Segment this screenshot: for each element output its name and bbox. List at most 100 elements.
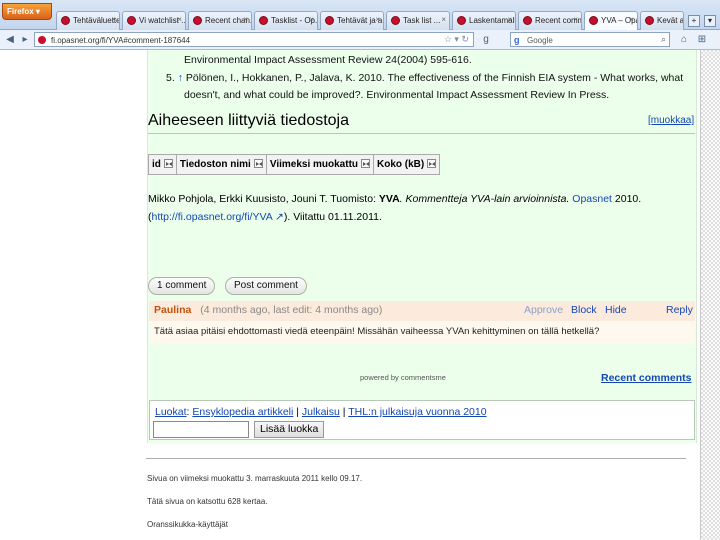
category-separator: | [339, 406, 349, 418]
content-area [147, 50, 697, 443]
citation-site-link[interactable]: Opasnet [572, 193, 612, 205]
hide-link[interactable]: Hide [605, 304, 627, 316]
footer-users-link[interactable]: Oranssikukka-käyttäjät [147, 520, 228, 529]
firefox-menu-label: Firefox [7, 7, 34, 16]
tab-label: Task list ... [403, 16, 441, 25]
citation-url-link[interactable]: http://fi.opasnet.org/fi/YVA ↗ [152, 211, 284, 223]
add-category-button[interactable]: Lisää luokka [254, 421, 325, 438]
list-tabs-icon[interactable]: ▾ [704, 15, 716, 27]
column-header-modified[interactable]: Viimeksi muokattu [265, 154, 375, 175]
firefox-menu-button[interactable]: Firefox ▾ [2, 3, 52, 20]
close-tab-icon[interactable]: × [441, 15, 446, 24]
citation-title: YVA [378, 193, 400, 205]
section-heading: Aiheeseen liittyviä tiedostoja [148, 112, 350, 129]
search-engine-icon[interactable]: g [514, 35, 520, 45]
comment-count-button[interactable]: 1 comment [148, 277, 216, 295]
reply-link[interactable]: Reply [666, 304, 693, 316]
bookmark-star-icon[interactable]: ☆ ▾ ↻ [444, 34, 469, 45]
browser-tab[interactable]: Tasklist - Op... × [254, 11, 318, 30]
site-favicon-icon [38, 36, 46, 44]
close-tab-icon[interactable]: × [375, 15, 380, 24]
tab-label: Kevät artikk... [657, 16, 684, 25]
browser-tab[interactable]: Tehtävät ja a... × [320, 11, 384, 30]
comment-text: Tätä asiaa pitäisi ehdottomasti viedä et… [149, 321, 695, 343]
page-scrollbar[interactable] [700, 50, 720, 540]
footer-view-count: Tätä sivua on katsottu 628 kertaa. [147, 497, 268, 506]
footer-last-modified: Sivua on viimeksi muokattu 3. marraskuut… [147, 474, 363, 483]
search-icon[interactable]: ⌕ [661, 34, 666, 45]
navigation-toolbar: ◀ ▸ fi.opasnet.org/fi/YVA#comment-187644… [0, 30, 720, 50]
address-bar-url: fi.opasnet.org/fi/YVA#comment-187644 [51, 36, 191, 45]
column-header-label: Tiedoston nimi [179, 159, 251, 170]
site-favicon-icon [589, 16, 598, 25]
close-tab-icon[interactable]: × [309, 15, 314, 24]
new-tab-button[interactable]: + [688, 15, 700, 27]
close-tab-icon[interactable]: × [507, 15, 512, 24]
category-link[interactable]: Ensyklopedia artikkeli [192, 406, 293, 418]
site-favicon-icon [193, 16, 202, 25]
block-link[interactable]: Block [571, 304, 597, 316]
edit-section-link[interactable]: [muokkaa] [648, 115, 694, 126]
browser-tab[interactable]: Recent chan... × [188, 11, 252, 30]
sort-icon[interactable] [163, 159, 173, 168]
recent-comments-link[interactable]: Recent comments [601, 372, 691, 384]
comment-meta: (4 months ago, last edit: 4 months ago) [200, 304, 383, 316]
close-tab-icon[interactable]: × [111, 15, 116, 24]
close-tab-icon[interactable]: × [573, 15, 578, 24]
add-category-input[interactable] [153, 421, 249, 438]
category-link[interactable]: Julkaisu [302, 406, 340, 418]
site-favicon-icon [61, 16, 70, 25]
browser-tab[interactable]: Kevät artikk... [640, 11, 684, 30]
browser-tab[interactable]: Recent comm...× [518, 11, 582, 30]
footer-divider [146, 458, 686, 459]
categories-label-link[interactable]: Luokat [155, 406, 187, 418]
category-link[interactable]: THL:n julkaisuja vuonna 2010 [348, 406, 486, 418]
browser-tab-active[interactable]: YVA – Opas...× [584, 11, 638, 30]
reference-text: Environmental Impact Assessment Review 2… [184, 54, 472, 66]
close-tab-icon[interactable]: × [177, 15, 182, 24]
files-table: id Tiedoston nimi Viimeksi muokattu Koko… [148, 154, 441, 175]
reference-number: 5. [166, 72, 175, 84]
citation-subtitle: . Kommentteja YVA-lain arvioinnista. [399, 193, 573, 205]
search-placeholder: Google [527, 36, 553, 45]
sort-icon[interactable] [427, 159, 437, 168]
search-bar[interactable]: g Google ⌕ [510, 32, 670, 47]
comment-author[interactable]: Paulina [154, 304, 191, 316]
back-arrow-icon[interactable]: ◀ [2, 32, 18, 47]
addon-icon[interactable]: ⊞ [694, 32, 710, 47]
site-favicon-icon [645, 16, 654, 25]
browser-tab[interactable]: Vi watchlist ... × [122, 11, 186, 30]
site-favicon-icon [259, 16, 268, 25]
reference-item-5: 5. ↑ Pölönen, I., Hokkanen, P., Jalava, … [166, 70, 683, 87]
site-favicon-icon [325, 16, 334, 25]
forward-arrow-icon[interactable]: ▸ [17, 32, 33, 47]
powered-by-text: powered by commentsme [360, 373, 446, 382]
browser-tab[interactable]: Laskentamalli ...× [452, 11, 516, 30]
reference-text: doesn't, and what could be improved?. En… [184, 89, 610, 101]
post-comment-button[interactable]: Post comment [225, 277, 307, 295]
site-favicon-icon [127, 16, 136, 25]
close-tab-icon[interactable]: × [243, 15, 248, 24]
column-header-filename[interactable]: Tiedoston nimi [175, 154, 267, 175]
citation-url: http://fi.opasnet.org/fi/YVA [151, 211, 273, 223]
approve-link[interactable]: Approve [524, 304, 563, 316]
browser-tab[interactable]: Tehtäväluettelo ...× [56, 11, 120, 30]
column-header-id[interactable]: id [148, 154, 177, 175]
category-box: Luokat: Ensyklopedia artikkeli | Julkais… [149, 400, 695, 440]
category-separator: | [293, 406, 302, 418]
column-header-size[interactable]: Koko (kB) [373, 154, 441, 175]
column-header-label: Viimeksi muokattu [269, 159, 359, 170]
browser-tab[interactable]: Task list ... × [386, 11, 450, 30]
site-favicon-icon [457, 16, 466, 25]
sort-icon[interactable] [253, 159, 263, 168]
citation-authors: Mikko Pohjola, Erkki Kuusisto, Jouni T. … [148, 193, 379, 205]
reference-item-5-line2: doesn't, and what could be improved?. En… [184, 87, 609, 104]
home-icon[interactable]: ⌂ [676, 32, 692, 47]
browser-tab-bar: Firefox ▾ Tehtäväluettelo ...× Vi watchl… [0, 0, 720, 30]
close-tab-icon[interactable]: × [629, 15, 634, 24]
sort-icon[interactable] [361, 159, 371, 168]
reference-back-link[interactable]: ↑ [178, 72, 183, 84]
citation: Mikko Pohjola, Erkki Kuusisto, Jouni T. … [148, 190, 693, 226]
reference-text: Pölönen, I., Hokkanen, P., Jalava, K. 20… [185, 72, 684, 84]
address-bar[interactable]: fi.opasnet.org/fi/YVA#comment-187644 ☆ ▾… [34, 32, 474, 47]
